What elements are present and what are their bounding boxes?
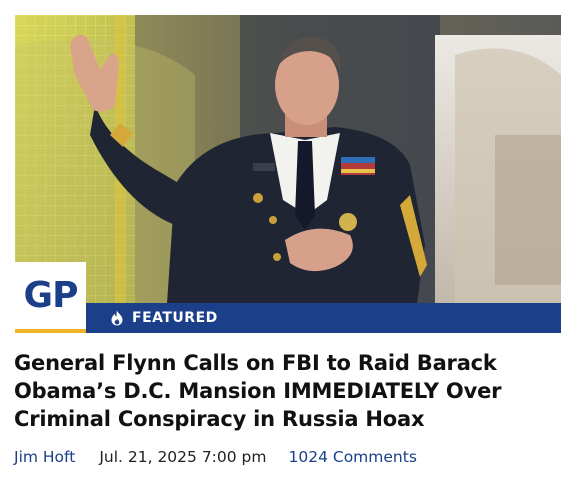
comments-link[interactable]: 1024 Comments xyxy=(289,448,417,466)
fire-icon xyxy=(110,310,124,326)
featured-badge[interactable]: FEATURED xyxy=(86,303,561,333)
author-link[interactable]: Jim Hoft xyxy=(14,448,75,466)
article-card: GP FEATURED General Flynn Calls on FBI t… xyxy=(0,0,577,489)
general-photo xyxy=(15,15,561,333)
featured-image[interactable] xyxy=(15,15,561,333)
site-logo[interactable]: GP xyxy=(15,262,86,333)
article-headline[interactable]: General Flynn Calls on FBI to Raid Barac… xyxy=(14,349,554,433)
publish-date: Jul. 21, 2025 7:00 pm xyxy=(99,448,267,466)
logo-text: GP xyxy=(23,275,79,316)
featured-label: FEATURED xyxy=(132,310,218,326)
article-meta: Jim Hoft Jul. 21, 2025 7:00 pm 1024 Comm… xyxy=(14,446,417,468)
